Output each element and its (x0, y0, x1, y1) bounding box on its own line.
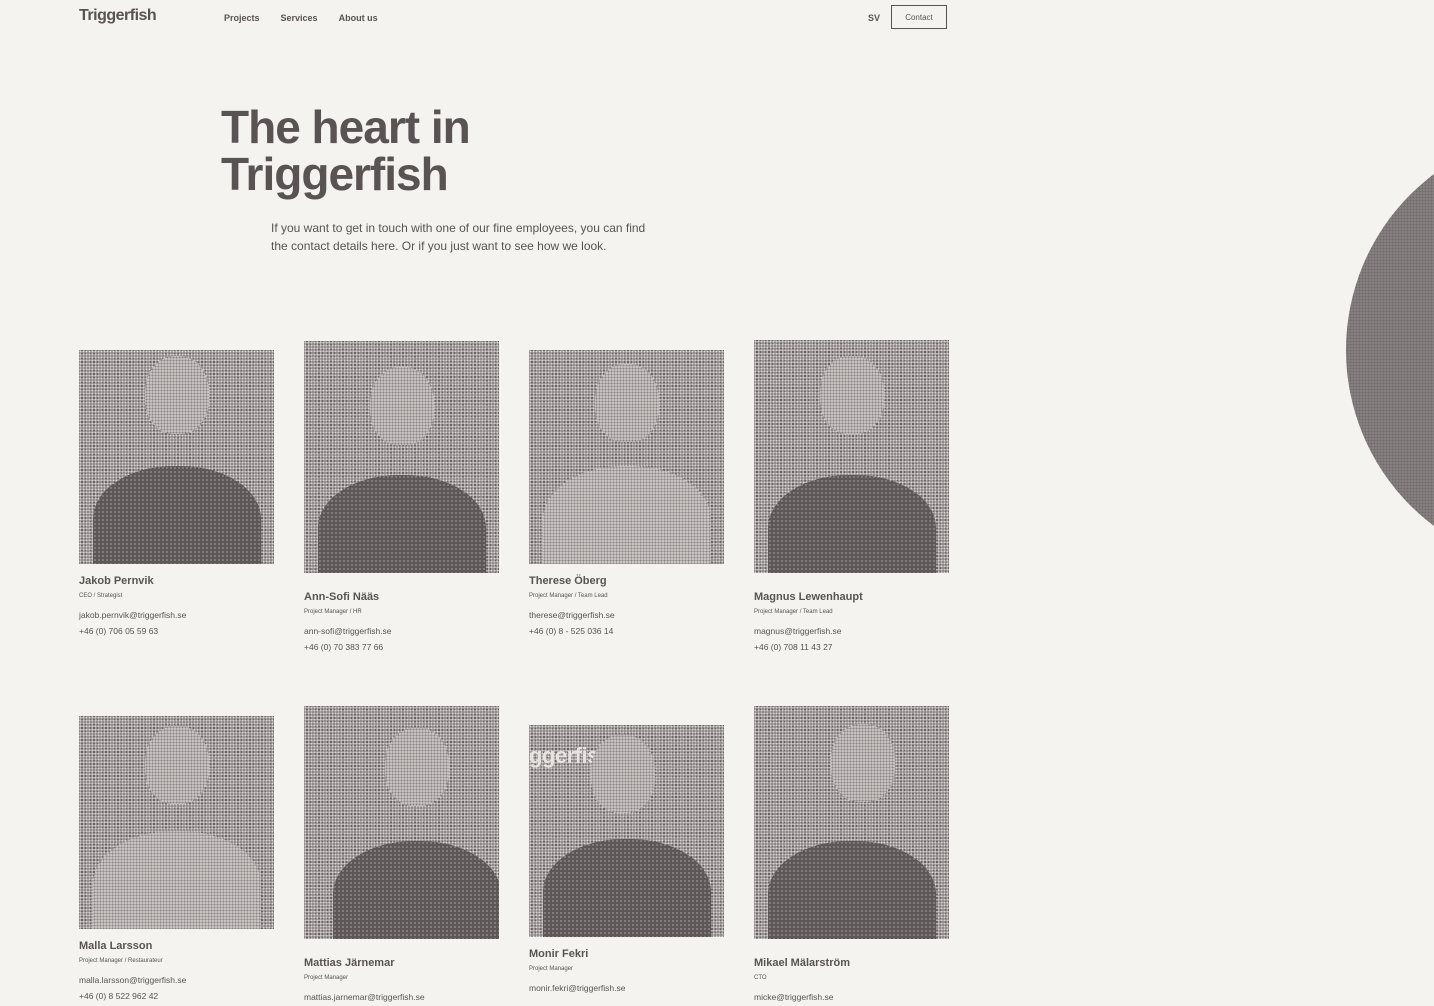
main-nav: Projects Services About us (224, 13, 378, 23)
team-member-card: Jakob Pernvik CEO / Strategist jakob.per… (79, 350, 274, 639)
member-role: Project Manager (529, 966, 574, 972)
member-name: Ann-Sofi Nääs (304, 591, 380, 603)
member-role: CEO / Strategist (79, 593, 123, 599)
contact-button[interactable]: Contact (891, 5, 947, 29)
member-role: Project Manager (304, 975, 349, 981)
member-role: Project Manager / HR (304, 609, 362, 615)
team-member-card: Malla Larsson Project Manager / Restaura… (79, 716, 274, 1004)
member-name: Jakob Pernvik (79, 575, 154, 587)
member-name: Mattias Järnemar (304, 957, 395, 969)
page: Triggerfish Projects Services About us S… (0, 0, 1434, 1006)
decorative-circle (1346, 130, 1434, 570)
nav-about-us[interactable]: About us (339, 13, 378, 23)
team-member-card: Mikael Mälarström CTO micke@triggerfish.… (754, 706, 949, 1005)
member-phone-link[interactable]: +46 (0) 8 522 962 42 (79, 988, 274, 1004)
member-phone-link[interactable]: +46 (0) 708 11 43 27 (754, 639, 949, 655)
member-email-link[interactable]: ann-sofi@triggerfish.se (304, 623, 499, 639)
member-photo (754, 706, 949, 939)
member-email-link[interactable]: magnus@triggerfish.se (754, 623, 949, 639)
team-member-card: Ann-Sofi Nääs Project Manager / HR ann-s… (304, 341, 499, 655)
member-email-link[interactable]: therese@triggerfish.se (529, 607, 724, 623)
nav-services[interactable]: Services (281, 13, 318, 23)
team-member-card: Therese Öberg Project Manager / Team Lea… (529, 350, 724, 639)
member-photo (304, 706, 499, 939)
member-photo (79, 716, 274, 929)
member-phone-link[interactable]: +46 (0) 70 383 77 66 (304, 639, 499, 655)
page-title-line-1: The heart in (221, 101, 471, 153)
nav-projects[interactable]: Projects (224, 13, 260, 23)
member-name: Malla Larsson (79, 940, 153, 952)
page-title-line-2: Triggerfish (221, 148, 449, 200)
member-role: Project Manager / Restaurateur (79, 958, 163, 964)
member-name: Mikael Mälarström (754, 957, 850, 969)
member-phone-link[interactable]: +46 (0) 706 05 59 63 (79, 623, 274, 639)
member-photo (304, 341, 499, 573)
member-role: Project Manager / Team Lead (529, 593, 608, 599)
page-title: The heart in Triggerfish (221, 104, 641, 198)
member-photo (529, 350, 724, 564)
team-member-card: ggerfish Monir Fekri Project Manager mon… (529, 725, 724, 996)
team-member-card: Mattias Järnemar Project Manager mattias… (304, 706, 499, 1005)
team-member-card: Magnus Lewenhaupt Project Manager / Team… (754, 340, 949, 655)
member-email-link[interactable]: monir.fekri@triggerfish.se (529, 980, 724, 996)
triggerfish-logo[interactable]: Triggerfish (79, 7, 157, 25)
member-photo (754, 340, 949, 573)
member-phone-link[interactable]: +46 (0) 8 - 525 036 14 (529, 623, 724, 639)
member-email-link[interactable]: mattias.jarnemar@triggerfish.se (304, 989, 499, 1005)
member-email-link[interactable]: malla.larsson@triggerfish.se (79, 972, 274, 988)
member-name: Therese Öberg (529, 575, 607, 587)
member-photo: ggerfish (529, 725, 724, 937)
member-email-link[interactable]: jakob.pernvik@triggerfish.se (79, 607, 274, 623)
member-email-link[interactable]: micke@triggerfish.se (754, 989, 949, 1005)
member-name: Monir Fekri (529, 948, 589, 960)
member-role: Project Manager / Team Lead (754, 609, 833, 615)
site-header: Triggerfish Projects Services About us S… (0, 0, 1434, 36)
member-name: Magnus Lewenhaupt (754, 591, 863, 603)
member-role: CTO (754, 975, 767, 981)
member-photo (79, 350, 274, 564)
language-switch[interactable]: SV (868, 13, 880, 23)
intro-text: If you want to get in touch with one of … (271, 221, 646, 253)
